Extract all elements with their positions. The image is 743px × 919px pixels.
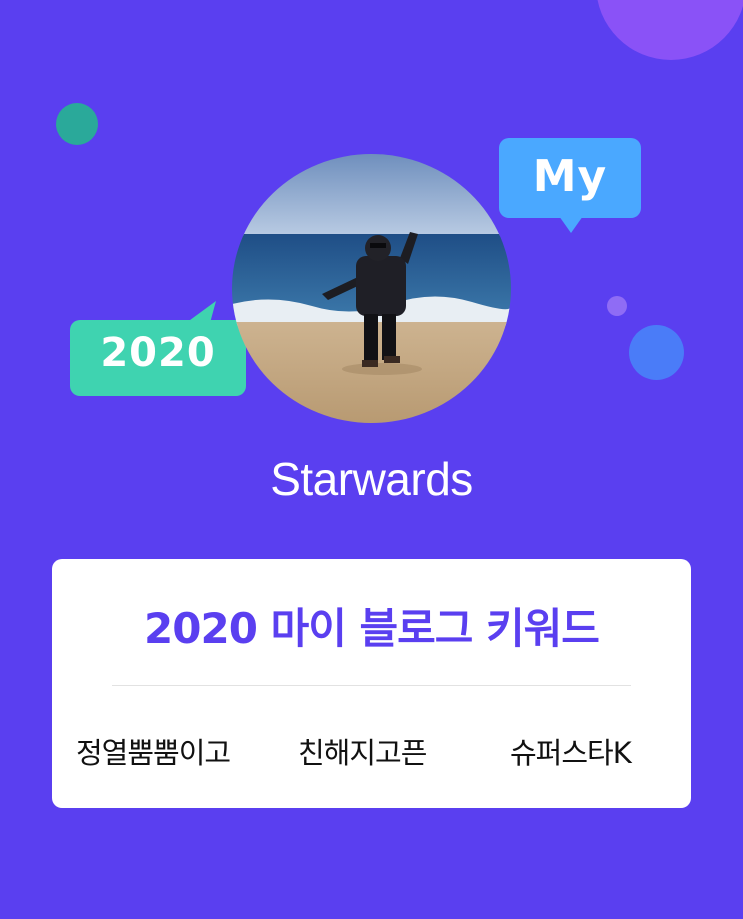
keyword-item: 슈퍼스타K — [510, 736, 632, 770]
avatar[interactable] — [232, 154, 511, 423]
decorative-circle — [629, 325, 684, 380]
card-title: 2020 마이 블로그 키워드 — [144, 604, 600, 653]
year-bubble-label: 2020 — [100, 330, 216, 376]
profile-photo-beach-icon — [232, 154, 511, 423]
keyword-item: 친해지고픈 — [298, 736, 427, 770]
username: Starwards — [270, 453, 473, 505]
keyword-item: 정열뿜뿜이고 — [76, 736, 231, 770]
decorative-circle — [596, 0, 743, 60]
decorative-circle — [607, 296, 627, 316]
decorative-circle — [56, 103, 98, 145]
my-speech-bubble: My — [497, 136, 643, 236]
my-bubble-label: My — [532, 151, 608, 202]
keyword-card: 2020 마이 블로그 키워드 정열뿜뿜이고 친해지고픈 슈퍼스타K — [52, 559, 691, 808]
blog-keyword-card-page: My 2020 Starwards 2020 마이 블로그 키워드 정열뿜뿜이고… — [0, 0, 743, 919]
year-speech-bubble: 2020 — [68, 298, 248, 398]
divider — [112, 685, 631, 686]
